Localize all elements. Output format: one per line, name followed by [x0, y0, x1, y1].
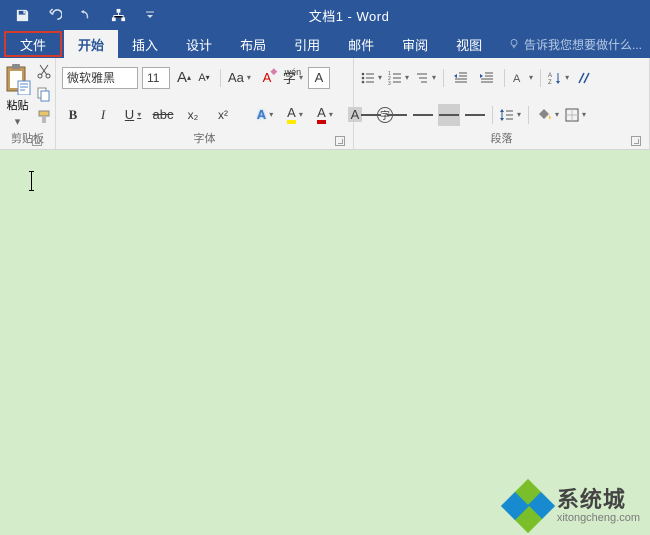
save-icon[interactable]: [14, 7, 30, 23]
increase-font-button[interactable]: A▴: [174, 67, 194, 89]
align-center-button[interactable]: [386, 104, 408, 126]
clipboard-launcher-icon[interactable]: [32, 136, 42, 146]
line-spacing-icon: [500, 108, 514, 122]
font-name-input[interactable]: [62, 67, 138, 89]
paragraph-group-label: 段落: [360, 130, 643, 147]
document-area: 系统城 xitongcheng.com: [0, 150, 650, 535]
tab-layout[interactable]: 布局: [226, 30, 280, 58]
watermark-logo: 系统城 xitongcheng.com: [505, 483, 640, 529]
paste-button[interactable]: 粘贴 ▾: [4, 63, 32, 128]
shading-button[interactable]: [535, 104, 560, 126]
clipboard-group-label: 剪贴板: [11, 130, 44, 147]
phonetic-guide-button[interactable]: wén字: [282, 67, 304, 89]
format-painter-icon[interactable]: [36, 109, 52, 130]
align-left-button[interactable]: [360, 104, 382, 126]
watermark-text: 系统城: [557, 489, 640, 511]
decrease-font-button[interactable]: A▾: [194, 67, 214, 89]
tab-file[interactable]: 文件: [4, 31, 62, 57]
text-effects-button[interactable]: A: [254, 104, 276, 126]
change-case-button[interactable]: Aa: [227, 67, 252, 89]
asian-layout-icon: A: [512, 71, 526, 85]
title-bar: 文档1 - Word: [0, 0, 650, 30]
clipboard-icon: [4, 63, 32, 95]
document-page[interactable]: [0, 150, 650, 535]
pilcrow-icon: [578, 71, 592, 85]
undo-icon[interactable]: [46, 7, 62, 23]
paragraph-launcher-icon[interactable]: [631, 136, 641, 146]
line-spacing-button[interactable]: [499, 104, 522, 126]
tab-design[interactable]: 设计: [172, 30, 226, 58]
bullets-button[interactable]: [360, 67, 383, 89]
clear-formatting-button[interactable]: A◆: [256, 67, 278, 89]
multilevel-icon: [415, 71, 429, 85]
svg-text:A: A: [513, 73, 521, 85]
font-size-input[interactable]: [142, 67, 170, 89]
tell-me-text: 告诉我您想要做什么...: [524, 36, 642, 53]
font-group-label: 字体: [62, 130, 347, 147]
paste-label: 粘贴: [7, 97, 29, 113]
asian-layout-button[interactable]: A: [511, 67, 534, 89]
sort-button[interactable]: AZ: [547, 67, 570, 89]
align-justify-button[interactable]: [438, 104, 460, 126]
bucket-icon: [536, 108, 552, 122]
copy-icon[interactable]: [36, 86, 52, 107]
watermark-sub: xitongcheng.com: [557, 513, 640, 524]
borders-button[interactable]: [564, 104, 587, 126]
tab-home[interactable]: 开始: [64, 30, 118, 58]
bullets-icon: [361, 71, 375, 85]
character-border-button[interactable]: A: [308, 67, 330, 89]
group-paragraph: 123 A AZ: [354, 58, 650, 149]
highlight-button[interactable]: A: [284, 104, 306, 126]
cut-icon[interactable]: [36, 63, 52, 84]
tab-references[interactable]: 引用: [280, 30, 334, 58]
numbering-button[interactable]: 123: [387, 67, 410, 89]
tab-insert[interactable]: 插入: [118, 30, 172, 58]
borders-icon: [565, 108, 579, 122]
quick-access-toolbar: [0, 7, 158, 23]
subscript-button[interactable]: x₂: [182, 104, 204, 126]
underline-button[interactable]: U: [122, 104, 144, 126]
bold-button[interactable]: B: [62, 104, 84, 126]
decrease-indent-button[interactable]: [450, 67, 472, 89]
decrease-indent-icon: [454, 71, 468, 85]
text-cursor: [31, 172, 32, 190]
qat-customize-icon[interactable]: [142, 7, 158, 23]
show-marks-button[interactable]: [574, 67, 596, 89]
redo-icon[interactable]: [78, 7, 94, 23]
multilevel-list-button[interactable]: [414, 67, 437, 89]
watermark-diamond-icon: [505, 483, 551, 529]
increase-indent-icon: [480, 71, 494, 85]
numbering-icon: 123: [388, 71, 402, 85]
strikethrough-button[interactable]: abc: [152, 104, 174, 126]
paste-dropdown-icon[interactable]: ▾: [15, 115, 21, 128]
tab-review[interactable]: 审阅: [388, 30, 442, 58]
align-distributed-button[interactable]: [464, 104, 486, 126]
svg-text:3: 3: [388, 81, 391, 85]
ribbon-tabs: 文件 开始 插入 设计 布局 引用 邮件 审阅 视图 告诉我您想要做什么...: [0, 30, 650, 58]
font-launcher-icon[interactable]: [335, 136, 345, 146]
increase-indent-button[interactable]: [476, 67, 498, 89]
ribbon: 粘贴 ▾ 剪贴板 A▴ A▾: [0, 58, 650, 150]
tab-mailings[interactable]: 邮件: [334, 30, 388, 58]
group-font: A▴ A▾ Aa A◆ wén字 A B I U abc x₂ x² A: [56, 58, 354, 149]
superscript-button[interactable]: x²: [212, 104, 234, 126]
hierarchy-icon[interactable]: [110, 7, 126, 23]
group-clipboard: 粘贴 ▾ 剪贴板: [0, 58, 56, 149]
tab-view[interactable]: 视图: [442, 30, 496, 58]
svg-text:A: A: [548, 73, 552, 79]
font-color-button[interactable]: A: [314, 104, 336, 126]
align-right-button[interactable]: [412, 104, 434, 126]
sort-icon: AZ: [548, 71, 562, 85]
window-title: 文档1 - Word: [158, 6, 540, 25]
italic-button[interactable]: I: [92, 104, 114, 126]
lightbulb-icon: [508, 38, 520, 50]
tell-me-search[interactable]: 告诉我您想要做什么...: [508, 30, 650, 58]
svg-text:Z: Z: [548, 80, 552, 85]
